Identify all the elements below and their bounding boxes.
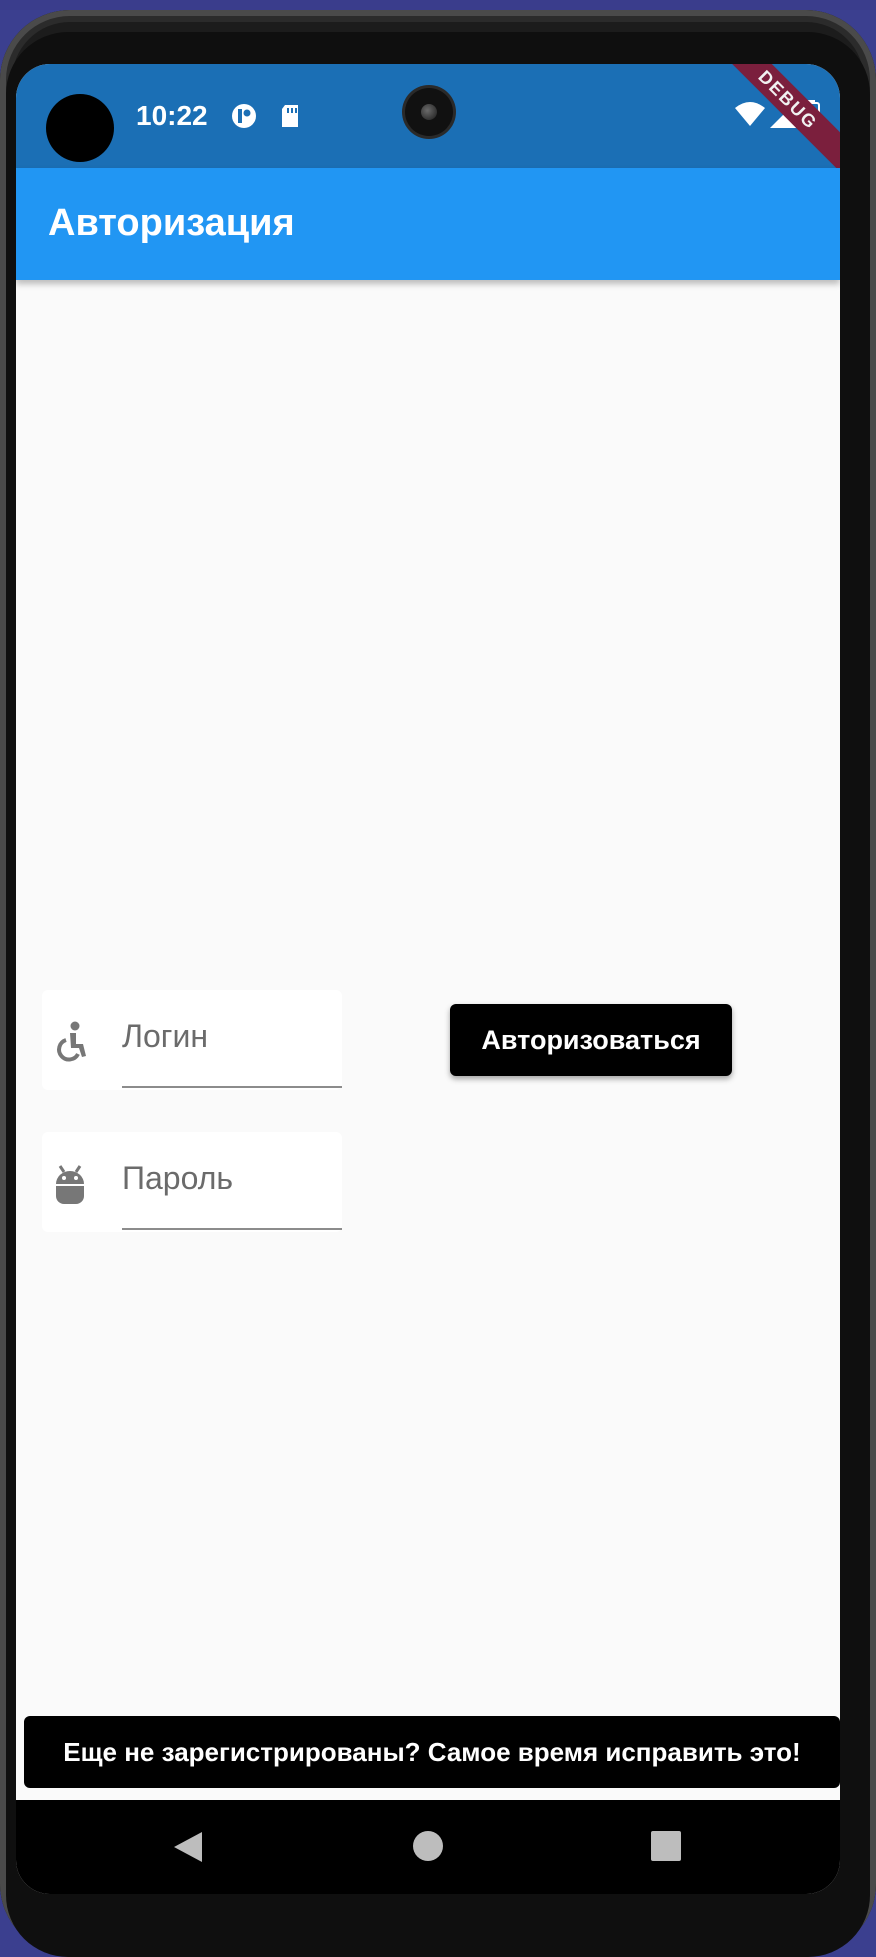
password-field[interactable] [42, 1132, 342, 1232]
login-input[interactable] [122, 1010, 340, 1062]
front-camera [405, 88, 453, 136]
login-field[interactable] [42, 990, 342, 1090]
status-bar: 10:22 DEBUG [16, 64, 840, 181]
status-time: 10:22 [136, 100, 208, 131]
wifi-icon [735, 102, 765, 126]
android-icon [56, 1165, 84, 1204]
accessible-icon [57, 1021, 86, 1062]
camera-lens [421, 104, 437, 120]
notification-icon [232, 104, 256, 128]
password-input[interactable] [122, 1152, 340, 1204]
emulator-top-strip [0, 0, 876, 10]
app-bar: Авторизация [16, 168, 840, 280]
recents-icon[interactable] [650, 1830, 682, 1862]
phone-screen: 10:22 DEBUG Авторизация Логин Авторизова… [16, 64, 840, 1894]
sd-card-icon [282, 105, 298, 127]
login-underline [122, 1086, 342, 1088]
back-icon[interactable] [172, 1830, 204, 1864]
page-title: Авторизация [48, 202, 295, 244]
camera-cutout [46, 94, 114, 162]
register-link[interactable]: Еще не зарегистрированы? Самое время исп… [24, 1716, 840, 1788]
home-icon[interactable] [412, 1830, 444, 1862]
login-button[interactable]: Авторизоваться [450, 1004, 732, 1076]
navigation-bar [16, 1800, 840, 1894]
password-underline [122, 1228, 342, 1230]
